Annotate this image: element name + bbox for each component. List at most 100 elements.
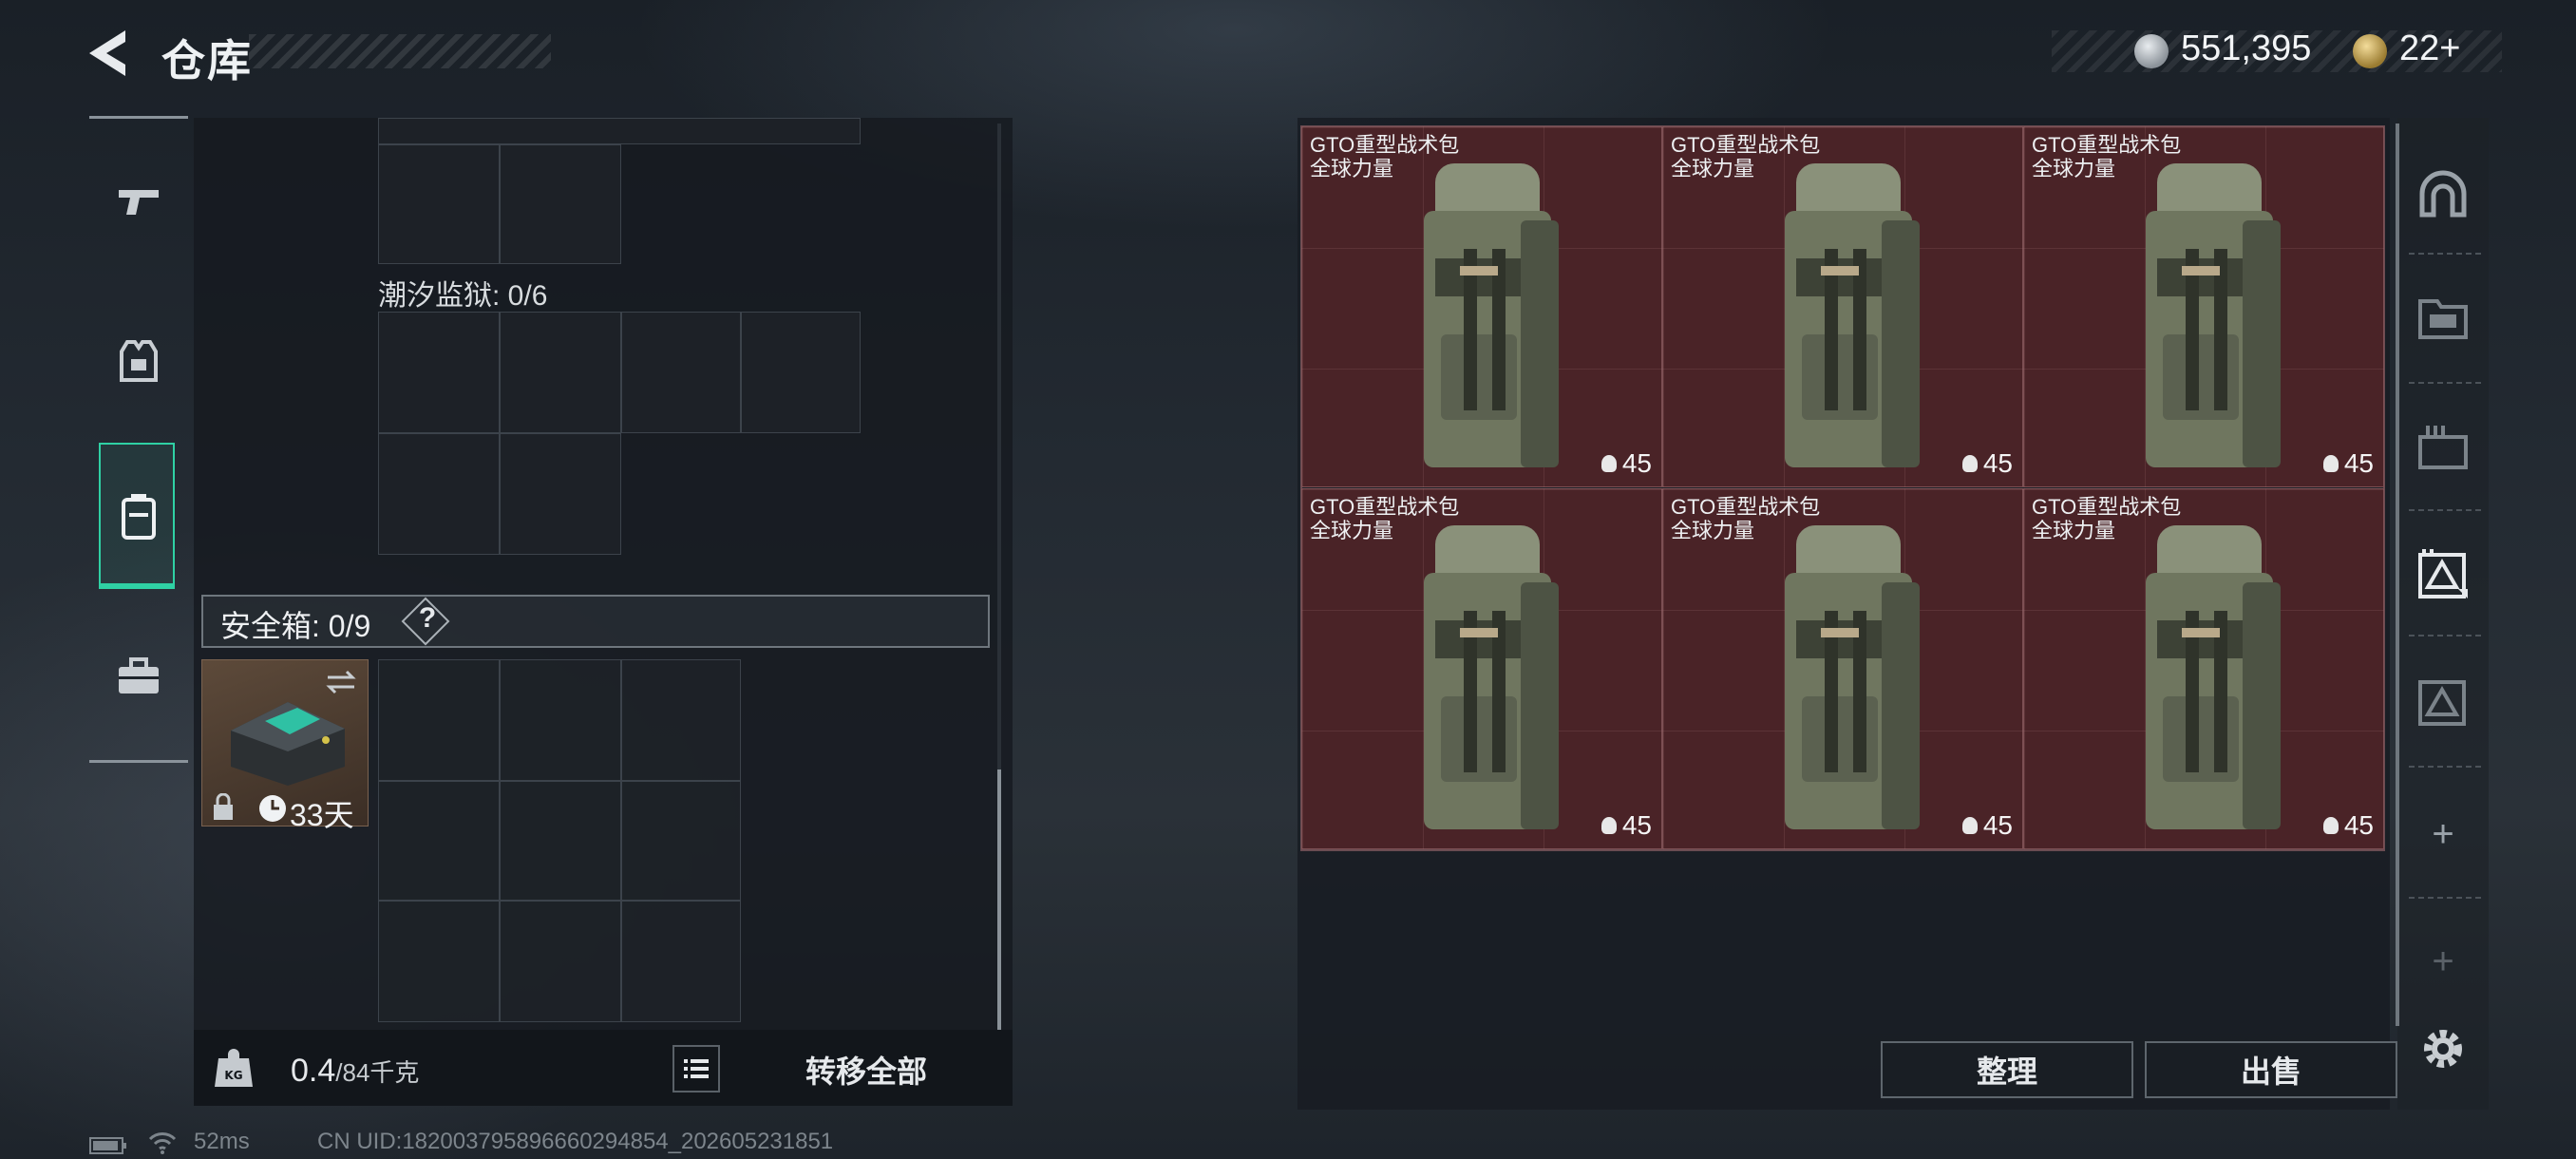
tactical-backpack-image [1424, 525, 1559, 829]
safe-slot[interactable] [621, 781, 741, 901]
back-arrow-icon [89, 30, 125, 76]
item-name: GTO重型战术包 全球力量 [2032, 133, 2182, 180]
help-text: ? [418, 602, 437, 634]
rail-separator [2409, 382, 2481, 384]
stash-item[interactable]: GTO重型战术包 全球力量 45 [1301, 488, 1662, 849]
item-count: 45 [1601, 448, 1652, 479]
sort-button[interactable]: 整理 [1881, 1041, 2133, 1098]
stash-scrollbar[interactable] [2396, 124, 2399, 1026]
safe-box-image [231, 702, 345, 786]
container-slot[interactable] [741, 312, 861, 433]
stash-item[interactable]: GTO重型战术包 全球力量 45 [1662, 126, 2023, 487]
gear-crate-icon[interactable] [2413, 416, 2473, 477]
item-count-value: 45 [1982, 810, 2013, 840]
item-count-value: 45 [1982, 448, 2013, 478]
item-name: GTO重型战术包 全球力量 [1310, 495, 1460, 542]
person-icon [1601, 455, 1617, 472]
safe-slot[interactable] [378, 781, 500, 901]
safe-slot[interactable] [500, 901, 621, 1022]
weight-value: 0.4 [291, 1053, 336, 1089]
tactical-backpack-image [1785, 525, 1920, 829]
add-tab-disabled-icon: + [2432, 940, 2454, 982]
weight-readout: 0.4/84千克 [291, 1053, 419, 1090]
weight-icon: KG [215, 1049, 253, 1087]
inventory-scrollbar-thumb[interactable] [997, 770, 1001, 1030]
item-count-value: 45 [1621, 810, 1652, 840]
back-button[interactable] [84, 27, 141, 80]
gold-coin-icon [2353, 34, 2387, 68]
tactical-backpack-image [2146, 163, 2281, 467]
folder-icon[interactable] [2413, 287, 2473, 348]
add-tab-icon[interactable]: + [2413, 804, 2473, 864]
item-count: 45 [1601, 810, 1652, 841]
safe-slot[interactable] [621, 659, 741, 781]
person-icon [1961, 455, 1978, 472]
vest-icon[interactable] [110, 332, 167, 390]
list-icon [684, 1059, 709, 1078]
person-icon [2322, 455, 2339, 472]
rail-separator [2409, 253, 2481, 255]
battery-icon [89, 1137, 126, 1154]
warning-crate-icon[interactable] [2413, 671, 2473, 732]
item-name: GTO重型战术包 全球力量 [1671, 495, 1821, 542]
safe-box-duration: 33天 [290, 798, 354, 832]
container-label: 潮汐监狱: 0/6 [378, 280, 548, 312]
rail-separator [2409, 635, 2481, 636]
person-icon [2322, 817, 2339, 834]
safe-slot[interactable] [621, 901, 741, 1022]
container-slot[interactable] [378, 433, 500, 555]
stash-item[interactable]: GTO重型战术包 全球力量 45 [2023, 488, 2384, 849]
warning-crate-icon-active[interactable] [2413, 543, 2473, 604]
ping-readout: 52ms [194, 1129, 250, 1154]
list-view-button[interactable] [672, 1045, 720, 1092]
lock-icon [214, 793, 233, 820]
svg-text:KG: KG [224, 1069, 242, 1082]
item-name: GTO重型战术包 全球力量 [1310, 133, 1460, 180]
uid-readout: CN UID:182003795896660294854_20260523185… [317, 1129, 834, 1154]
item-count: 45 [1961, 448, 2013, 479]
page-title: 仓库 [161, 36, 253, 86]
container-slot[interactable] [500, 312, 621, 433]
settings-gear-icon[interactable] [2413, 1018, 2473, 1079]
sell-button[interactable]: 出售 [2145, 1041, 2397, 1098]
tactical-backpack-image [1785, 163, 1920, 467]
container-slot-row [378, 118, 861, 144]
safe-box-label: 安全箱: 0/9 [220, 609, 371, 643]
safe-slot[interactable] [378, 659, 500, 781]
stash-item[interactable]: GTO重型战术包 全球力量 45 [2023, 126, 2384, 487]
stash-item[interactable]: GTO重型战术包 全球力量 45 [1662, 488, 2023, 849]
tactical-backpack-image [2146, 525, 2281, 829]
container-slot[interactable] [378, 312, 500, 433]
container-slot[interactable] [500, 433, 621, 555]
clock-icon [259, 795, 286, 822]
arch-icon[interactable] [2413, 163, 2473, 224]
rail-top-divider [89, 116, 188, 119]
item-count-value: 45 [2343, 448, 2374, 478]
item-count-value: 45 [2343, 810, 2374, 840]
item-count: 45 [2322, 810, 2374, 841]
pistol-icon[interactable] [110, 173, 167, 230]
rail-separator [2409, 897, 2481, 899]
gold-amount[interactable]: 22+ [2399, 28, 2460, 69]
briefcase-icon[interactable] [110, 648, 167, 705]
rail-separator [2409, 766, 2481, 768]
backpack-icon[interactable] [110, 488, 167, 545]
title-decoration [249, 34, 551, 68]
weight-max: /84千克 [335, 1058, 420, 1087]
tactical-backpack-image [1424, 163, 1559, 467]
safe-box-item[interactable]: 33天 [201, 659, 369, 832]
stash-item[interactable]: GTO重型战术包 全球力量 45 [1301, 126, 1662, 487]
safe-slot[interactable] [500, 781, 621, 901]
item-count: 45 [1961, 810, 2013, 841]
container-slot[interactable] [378, 144, 500, 264]
swap-icon[interactable] [324, 668, 358, 696]
item-name: GTO重型战术包 全球力量 [2032, 495, 2182, 542]
container-slot[interactable] [621, 312, 741, 433]
person-icon [1961, 817, 1978, 834]
safe-slot[interactable] [500, 659, 621, 781]
transfer-all-button[interactable]: 转移全部 [724, 1039, 1009, 1100]
silver-coin-icon [2134, 34, 2169, 68]
container-slot[interactable] [500, 144, 621, 264]
safe-slot[interactable] [378, 901, 500, 1022]
rail-separator [2409, 509, 2481, 511]
